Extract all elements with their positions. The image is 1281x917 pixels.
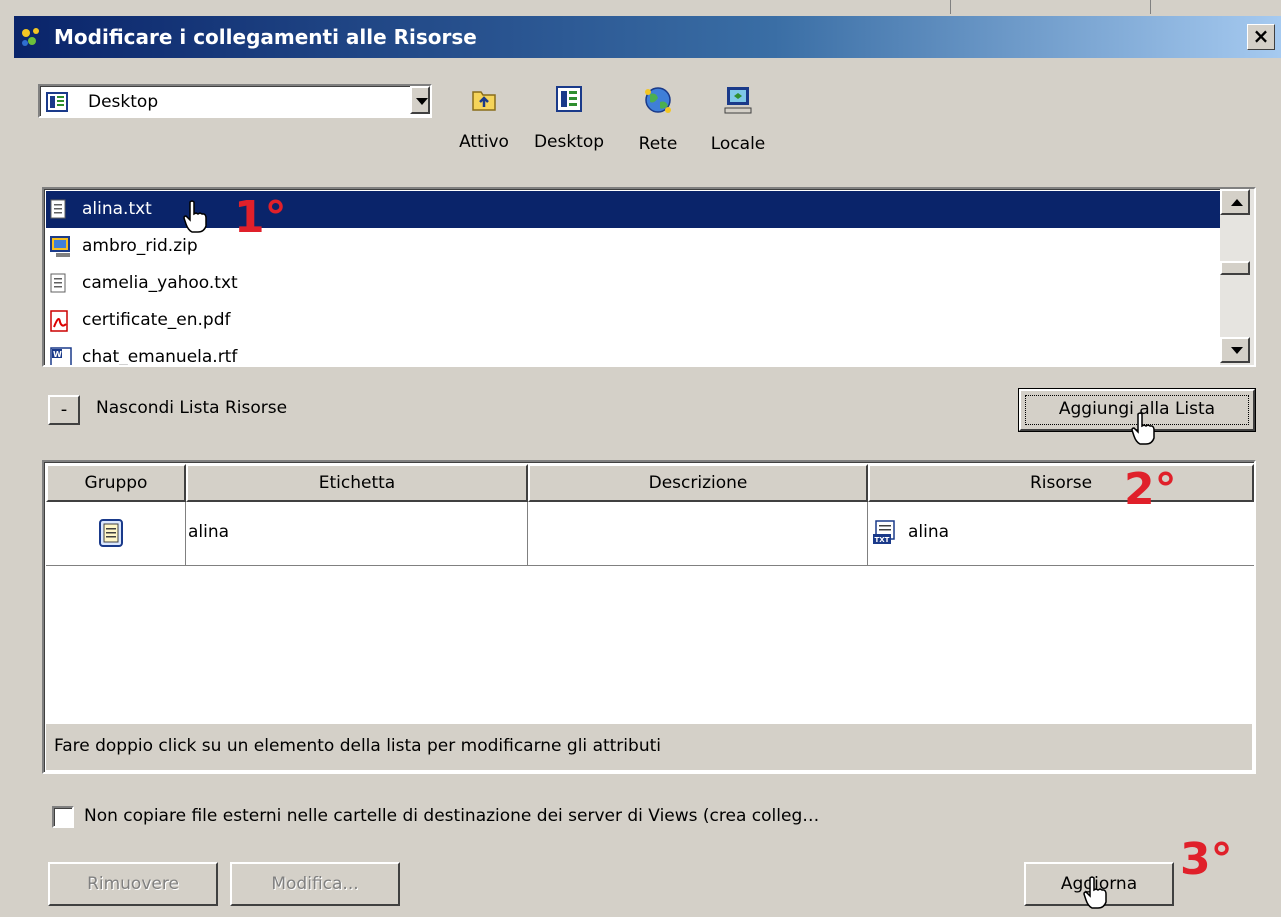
toolbar-button-desktop[interactable]: Desktop — [526, 84, 612, 152]
document-group-icon — [99, 519, 123, 547]
cell-descrizione[interactable] — [528, 502, 868, 566]
toolbar-label: Locale — [710, 134, 766, 154]
column-header-risorse[interactable]: Risorse — [868, 464, 1254, 502]
hand-cursor-icon — [183, 200, 207, 233]
resource-file-list[interactable]: alina.txt ambro_rid.zip camelia_yahoo.tx… — [42, 187, 1256, 367]
toolbar-label: Desktop — [533, 132, 605, 152]
column-header-etichetta[interactable]: Etichetta — [186, 464, 528, 502]
modify-button[interactable]: Modifica... — [230, 862, 400, 906]
table-status-text: Fare doppio click su un elemento della l… — [54, 736, 661, 756]
word-file-icon: W — [50, 347, 72, 365]
local-computer-icon — [724, 87, 752, 114]
file-name: alina.txt — [82, 199, 152, 219]
txt-file-icon: TXT — [873, 520, 895, 544]
background-segment — [950, 0, 1151, 14]
list-scrollbar[interactable] — [1220, 189, 1254, 365]
window-title: Modificare i collegamenti alle Risorse — [54, 25, 477, 49]
desktop-icon — [46, 92, 68, 112]
hide-list-label: Nascondi Lista Risorse — [96, 398, 288, 418]
etichetta-value: alina — [188, 522, 230, 542]
background-segment — [700, 0, 951, 14]
toolbar-button-rete[interactable]: Rete — [630, 84, 686, 154]
annotation-step-3: 3° — [1180, 834, 1233, 885]
monitor-file-icon — [50, 236, 70, 257]
background-strip — [0, 0, 1281, 16]
list-item[interactable]: camelia_yahoo.txt — [46, 265, 1220, 302]
scroll-thumb[interactable] — [1220, 261, 1250, 275]
risorse-value: alina — [908, 522, 950, 542]
table-status-bar: Fare doppio click su un elemento della l… — [46, 724, 1252, 770]
folder-up-icon — [472, 91, 496, 111]
hand-cursor-icon — [1083, 876, 1107, 909]
desktop-icon — [556, 86, 582, 112]
toolbar-button-locale[interactable]: Locale — [704, 84, 772, 154]
column-header-gruppo[interactable]: Gruppo — [46, 464, 186, 502]
modify-label: Modifica... — [271, 874, 359, 894]
cell-gruppo[interactable] — [46, 502, 186, 566]
cell-risorse[interactable]: TXT alina — [868, 502, 1254, 566]
remove-label: Rimuovere — [87, 874, 179, 894]
column-header-descrizione[interactable]: Descrizione — [528, 464, 868, 502]
title-bar: Modificare i collegamenti alle Risorse × — [14, 16, 1281, 58]
scroll-up-button[interactable] — [1220, 189, 1250, 215]
text-file-icon — [50, 273, 66, 293]
file-name: camelia_yahoo.txt — [82, 273, 238, 293]
toolbar-button-attivo[interactable]: Attivo — [454, 84, 514, 152]
hide-list-toggle[interactable]: - — [48, 395, 80, 425]
text-file-icon — [50, 199, 66, 219]
dropdown-arrow-button[interactable] — [410, 86, 430, 114]
file-name: certificate_en.pdf — [82, 310, 231, 330]
annotation-step-1: 1° — [234, 192, 287, 243]
file-name: chat_emanuela.rtf — [82, 347, 238, 367]
file-name: ambro_rid.zip — [82, 236, 198, 256]
location-value: Desktop — [88, 92, 159, 112]
remove-button[interactable]: Rimuovere — [48, 862, 218, 906]
list-item[interactable]: ambro_rid.zip — [46, 228, 1220, 265]
location-dropdown[interactable]: Desktop — [38, 84, 432, 118]
cell-etichetta[interactable]: alina — [186, 502, 528, 566]
annotation-step-2: 2° — [1124, 464, 1177, 515]
no-copy-label: Non copiare file esterni nelle cartelle … — [84, 806, 820, 826]
close-button[interactable]: × — [1247, 24, 1275, 50]
resources-table[interactable]: Gruppo Etichetta Descrizione Risorse ali… — [42, 460, 1256, 774]
app-logo-icon — [22, 28, 39, 46]
list-item[interactable]: certificate_en.pdf — [46, 302, 1220, 339]
svg-text:TXT: TXT — [875, 536, 890, 544]
scroll-down-button[interactable] — [1220, 337, 1250, 363]
hand-cursor-icon — [1131, 412, 1155, 445]
list-item[interactable]: W chat_emanuela.rtf — [46, 339, 1220, 367]
no-copy-checkbox[interactable] — [52, 806, 74, 828]
network-globe-icon — [645, 87, 671, 113]
pdf-file-icon — [50, 310, 68, 332]
toolbar-label: Rete — [638, 134, 678, 154]
list-item[interactable]: alina.txt — [46, 191, 1220, 228]
svg-text:W: W — [53, 350, 62, 359]
toolbar-label: Attivo — [459, 132, 509, 152]
